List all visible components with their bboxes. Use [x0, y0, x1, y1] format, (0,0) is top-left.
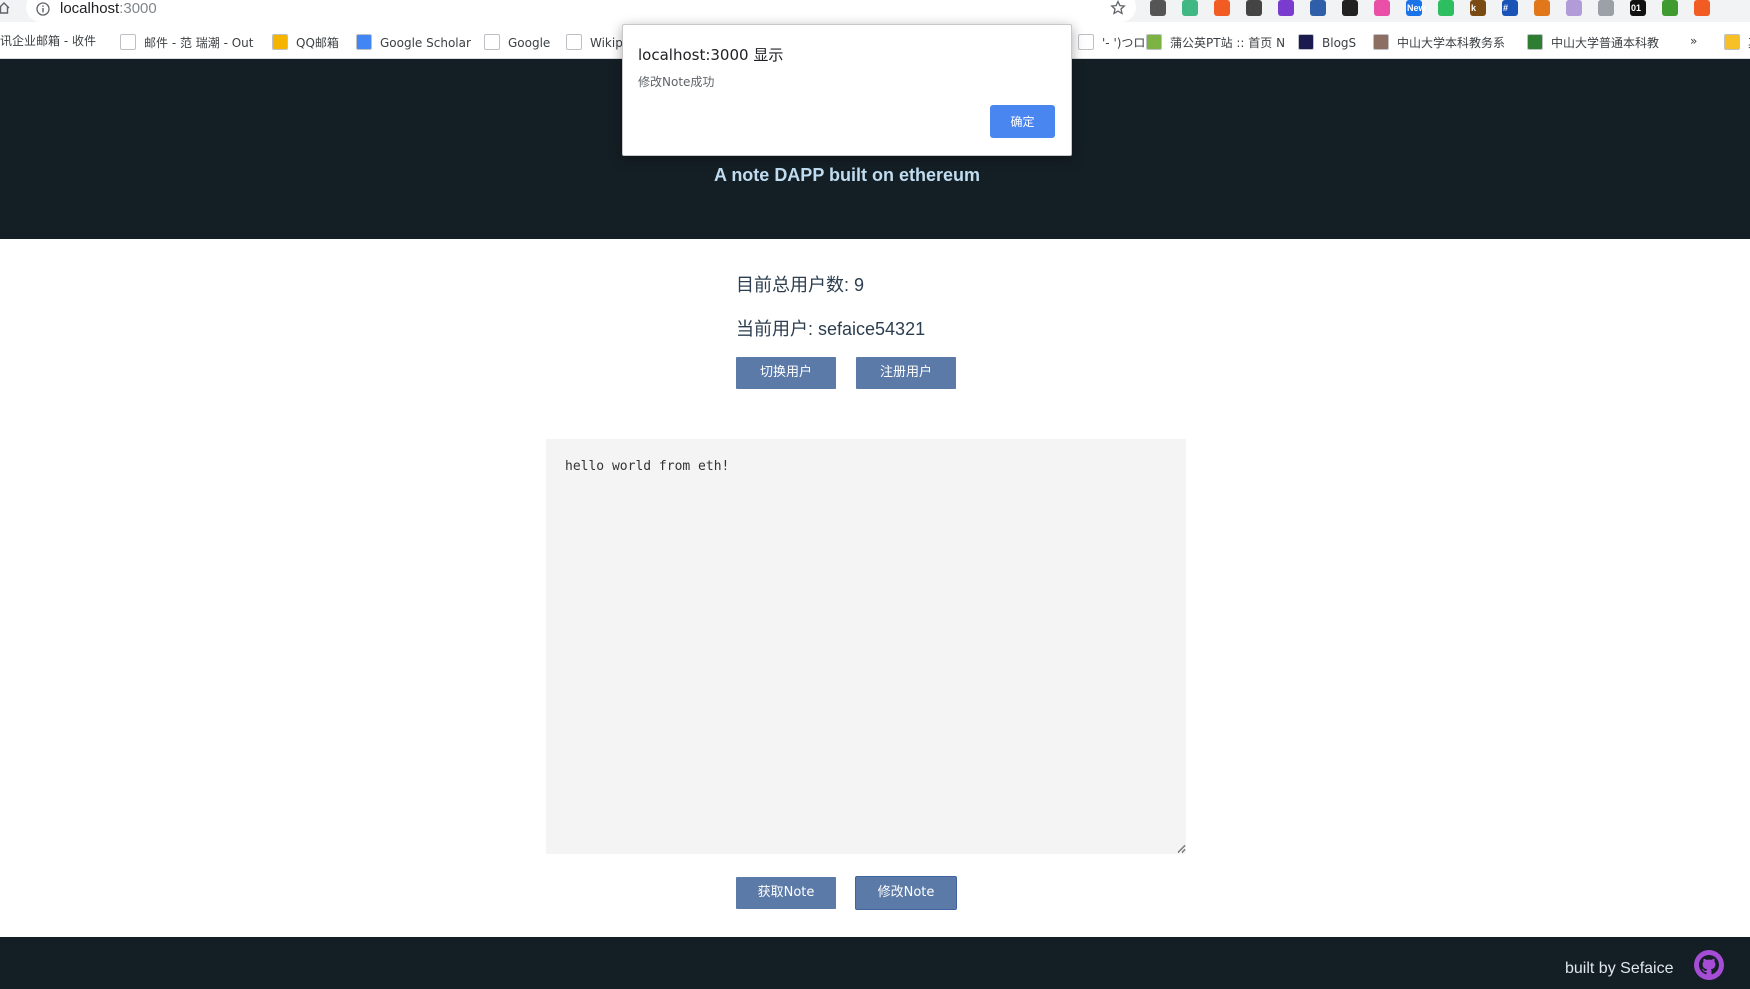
bookmark-label: BlogS [1322, 36, 1357, 50]
extension-01-label: 01 [1631, 3, 1642, 13]
bookmark-item[interactable]: Google Scholar [356, 34, 471, 51]
bookmark-favicon-icon [1527, 34, 1543, 50]
extension-screenshot-icon[interactable] [1246, 0, 1262, 16]
get-note-button[interactable]: 获取Note [736, 877, 836, 909]
bookmark-label: '- ')つロ [1102, 36, 1146, 50]
bookmark-item[interactable]: QQ邮箱 [272, 34, 339, 51]
bookmark-item[interactable]: Wikip [566, 34, 623, 51]
current-user: 当前用户: sefaice54321 [736, 319, 926, 339]
bookmark-favicon-icon [272, 34, 288, 50]
bookmark-favicon-icon [1298, 34, 1314, 50]
extension-close-icon[interactable] [1694, 0, 1710, 16]
note-textarea[interactable] [546, 439, 1186, 854]
url-text[interactable]: localhost:3000 [60, 0, 157, 18]
bookmark-item[interactable]: » [1690, 34, 1697, 49]
extension-monitor-icon[interactable] [1310, 0, 1326, 16]
total-users-count: 目前总用户数: 9 [736, 275, 865, 295]
url-host: localhost [60, 0, 120, 17]
bookmark-label: » [1690, 34, 1698, 48]
extension-gradient-icon[interactable] [1374, 0, 1390, 16]
bookmark-label: Wikip [590, 36, 623, 50]
extension-terminal-icon[interactable] [1342, 0, 1358, 16]
bookmark-label: 中山大学普通本科教 [1551, 36, 1660, 50]
bookmark-favicon-icon [1373, 34, 1389, 50]
bookmark-label: 讯企业邮箱 - 收件 [0, 34, 96, 48]
bookmark-favicon-icon [120, 34, 136, 50]
dialog-ok-button[interactable]: 确定 [990, 105, 1055, 138]
extension-grid-label: # [1503, 3, 1509, 13]
dialog-title: localhost:3000 显示 [638, 46, 784, 64]
bookmark-favicon-icon [484, 34, 500, 50]
dialog-message: 修改Note成功 [638, 75, 715, 89]
bookmark-label: 蒲公英PT站 :: 首页 N [1170, 36, 1286, 50]
bookmark-favicon-icon [1078, 34, 1094, 50]
extension-pdf-icon[interactable] [1566, 0, 1582, 16]
bookmark-item[interactable]: BlogS [1298, 34, 1356, 51]
browser-address-row: localhost:3000 New k #01 [0, 0, 1750, 22]
bookmark-label: Google Scholar [380, 36, 471, 50]
bookmark-label: QQ邮箱 [296, 36, 339, 50]
footer-credit: built by Sefaice [1565, 960, 1674, 977]
url-port: :3000 [119, 0, 157, 17]
resize-handle-icon[interactable] [1176, 843, 1186, 853]
bookmark-label: Google [508, 36, 551, 50]
extension-new-icon[interactable]: New [1406, 0, 1426, 16]
bookmark-item[interactable]: 邮件 - 范 瑞潮 - Out [120, 34, 254, 51]
bookmark-item[interactable]: 中山大学本科教务系 [1373, 34, 1505, 51]
bookmark-item[interactable]: 蒲公英PT站 :: 首页 N [1146, 34, 1285, 51]
extension-k-icon[interactable]: k [1470, 0, 1486, 16]
modify-note-button[interactable]: 修改Note [856, 877, 956, 909]
extension-vue-icon[interactable] [1182, 0, 1198, 16]
site-info-icon[interactable] [36, 2, 50, 16]
extension-k-label: k [1471, 3, 1477, 13]
bookmark-item[interactable]: 其 [1724, 34, 1750, 51]
switch-user-button[interactable]: 切换用户 [736, 357, 836, 389]
alert-dialog: localhost:3000 显示 修改Note成功 确定 [622, 24, 1072, 156]
bookmark-star-icon[interactable] [1110, 0, 1126, 16]
extension-grid-icon[interactable]: # [1502, 0, 1518, 16]
extension-01-icon[interactable]: 01 [1630, 0, 1646, 16]
app-footer: built by Sefaice [0, 937, 1750, 989]
extension-fox-icon[interactable] [1534, 0, 1550, 16]
app-subtitle: A note DAPP built on ethereum [713, 165, 981, 185]
github-icon[interactable] [1693, 949, 1725, 981]
extension-pen-icon[interactable] [1278, 0, 1294, 16]
address-bar[interactable] [26, 0, 1136, 22]
bookmark-item[interactable]: 讯企业邮箱 - 收件 [0, 34, 96, 49]
extension-new-label: New [1407, 3, 1426, 13]
extension-evernote-icon[interactable] [1438, 0, 1454, 16]
bookmark-favicon-icon [1146, 34, 1162, 50]
bookmark-favicon-icon [1724, 34, 1740, 50]
bookmark-favicon-icon [356, 34, 372, 50]
extension-orange-icon[interactable] [1214, 0, 1230, 16]
extension-zip-icon[interactable] [1598, 0, 1614, 16]
bookmark-label: 中山大学本科教务系 [1397, 36, 1506, 50]
bookmark-item[interactable]: 中山大学普通本科教 [1527, 34, 1659, 51]
bookmark-item[interactable]: Google [484, 34, 550, 51]
bookmark-favicon-icon [566, 34, 582, 50]
bookmark-label: 邮件 - 范 瑞潮 - Out [144, 36, 254, 50]
bookmark-item[interactable]: '- ')つロ [1078, 34, 1145, 51]
register-user-button[interactable]: 注册用户 [856, 357, 956, 389]
extension-cors-icon[interactable] [1662, 0, 1678, 16]
home-icon[interactable] [0, 1, 11, 15]
extension-clock-icon[interactable] [1150, 0, 1166, 16]
